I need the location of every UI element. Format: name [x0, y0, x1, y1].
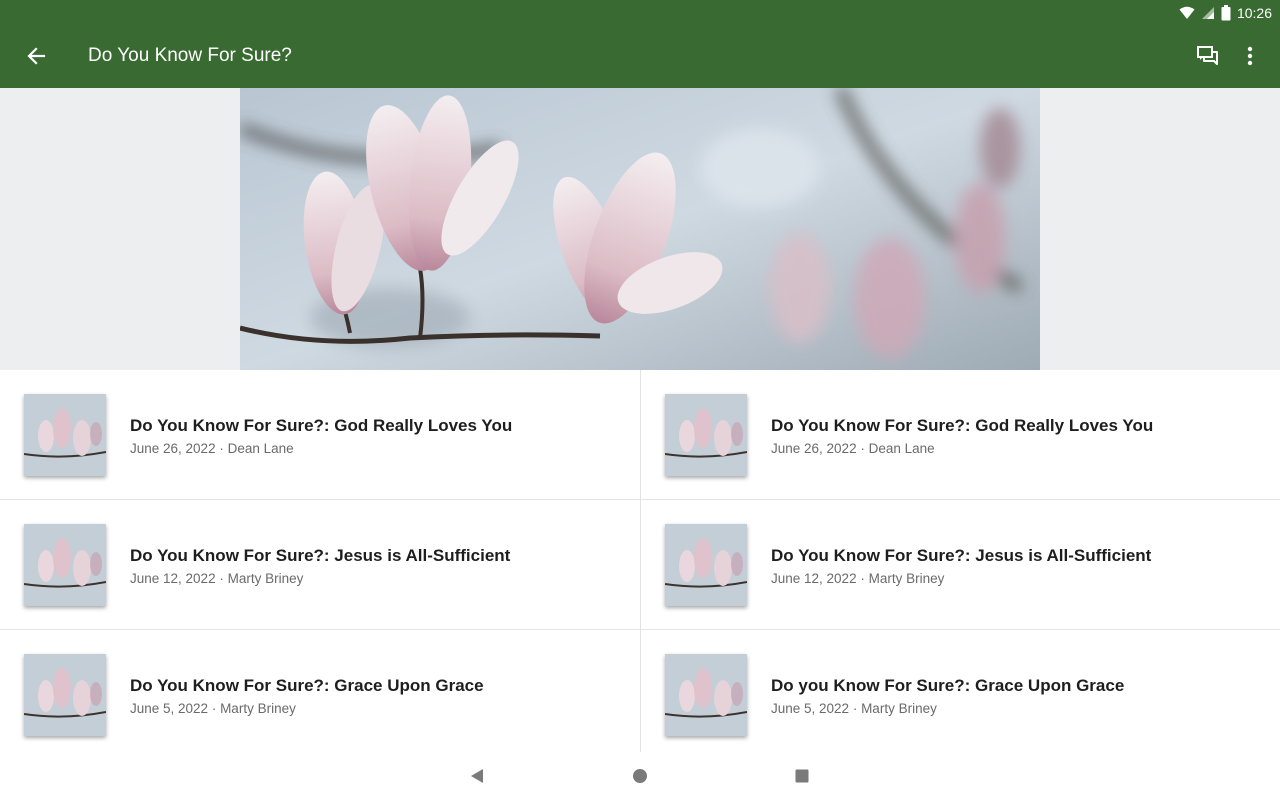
sermon-date-speaker: June 26, 2022 · Dean Lane	[771, 441, 935, 456]
wifi-icon	[1179, 6, 1195, 19]
recents-square-icon	[795, 769, 809, 783]
list-item[interactable]: Do You Know For Sure?: Jesus is All-Suff…	[0, 500, 640, 630]
back-button[interactable]	[20, 40, 52, 72]
chat-icon	[1197, 46, 1218, 65]
more-vert-icon	[1247, 46, 1253, 66]
sermon-title: Do You Know For Sure?: Jesus is All-Suff…	[130, 546, 511, 565]
sermon-thumbnail	[665, 654, 747, 736]
arrow-back-icon	[27, 47, 46, 65]
sermon-thumbnail	[24, 524, 106, 606]
list-item[interactable]: Do You Know For Sure?: God Really Loves …	[641, 370, 1280, 500]
sermon-title: Do you Know For Sure?: Grace Upon Grace	[771, 676, 1125, 695]
sermon-thumbnail	[24, 654, 106, 736]
app-bar: 10:26 Do You Know For Sure?	[0, 0, 1280, 88]
list-item[interactable]: Do you Know For Sure?: Grace Upon Grace …	[641, 630, 1280, 760]
sermon-thumbnail	[665, 524, 747, 606]
chat-button[interactable]	[1192, 40, 1224, 72]
hero-banner	[0, 88, 1280, 370]
home-circle-icon	[633, 769, 647, 783]
nav-back-button[interactable]	[467, 766, 487, 786]
sermon-date-speaker: June 12, 2022 · Marty Briney	[771, 571, 945, 586]
sermon-list: Do You Know For Sure?: God Really Loves …	[0, 370, 1280, 752]
sermon-title: Do You Know For Sure?: God Really Loves …	[130, 416, 513, 435]
battery-icon	[1221, 5, 1231, 21]
sermon-title: Do You Know For Sure?: God Really Loves …	[771, 416, 1154, 435]
list-item[interactable]: Do You Know For Sure?: God Really Loves …	[0, 370, 640, 500]
signal-icon	[1201, 7, 1214, 19]
magnolia-blossoms-photo	[240, 88, 1040, 370]
system-nav-bar	[0, 752, 1280, 800]
page-title: Do You Know For Sure?	[88, 45, 292, 66]
sermon-date-speaker: June 26, 2022 · Dean Lane	[130, 441, 294, 456]
sermon-thumbnail	[24, 394, 106, 476]
sermon-thumbnail	[665, 394, 747, 476]
sermon-date-speaker: June 5, 2022 · Marty Briney	[130, 701, 296, 716]
sermon-column-right: Do You Know For Sure?: God Really Loves …	[640, 370, 1280, 752]
sermon-date-speaker: June 12, 2022 · Marty Briney	[130, 571, 304, 586]
sermon-date-speaker: June 5, 2022 · Marty Briney	[771, 701, 937, 716]
nav-home-button[interactable]	[630, 766, 650, 786]
list-item[interactable]: Do You Know For Sure?: Jesus is All-Suff…	[641, 500, 1280, 630]
status-time: 10:26	[1236, 5, 1272, 21]
sermon-title: Do You Know For Sure?: Jesus is All-Suff…	[771, 546, 1152, 565]
sermon-column-left: Do You Know For Sure?: God Really Loves …	[0, 370, 640, 752]
status-bar: 10:26	[1179, 3, 1272, 23]
back-triangle-icon	[471, 769, 483, 783]
list-item[interactable]: Do You Know For Sure?: Grace Upon Grace …	[0, 630, 640, 760]
more-options-button[interactable]	[1234, 40, 1266, 72]
sermon-title: Do You Know For Sure?: Grace Upon Grace	[130, 676, 484, 695]
nav-recents-button[interactable]	[792, 766, 812, 786]
